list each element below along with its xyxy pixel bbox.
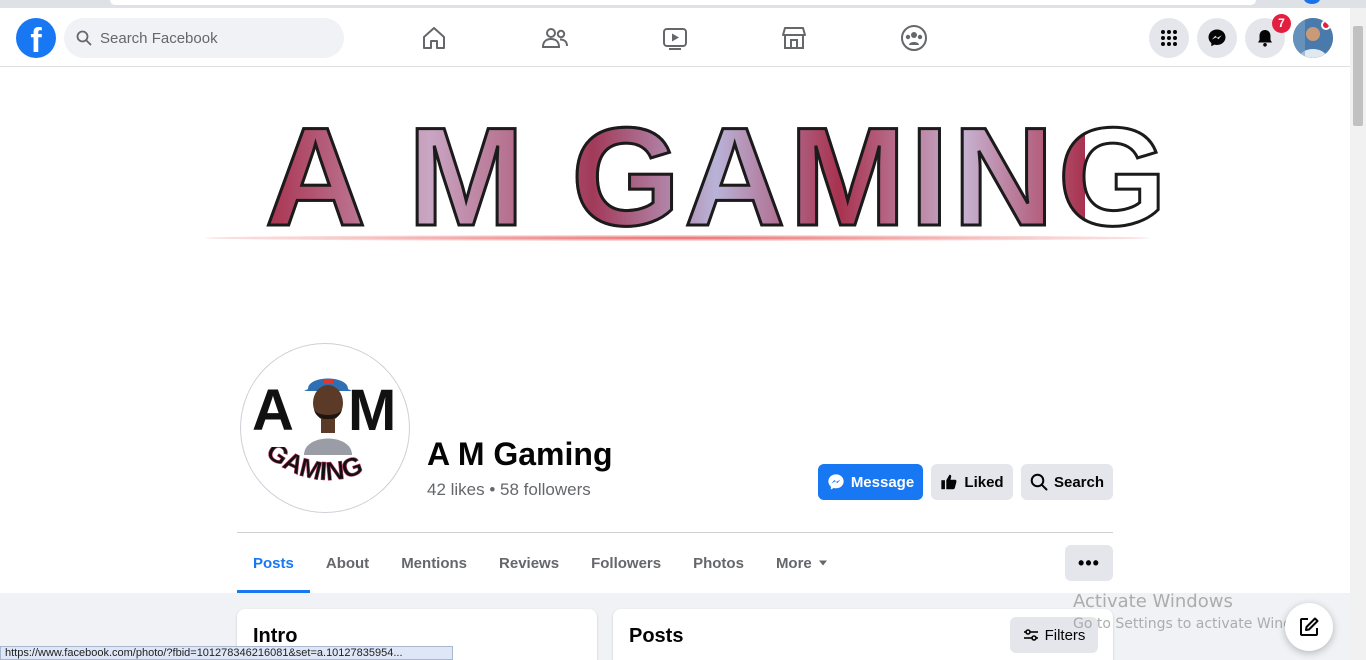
tab-posts[interactable]: Posts (237, 533, 310, 593)
intro-title: Intro (253, 625, 298, 647)
search-icon (1030, 473, 1048, 491)
nav-friends[interactable] (499, 18, 611, 58)
page-scrollbar[interactable] (1350, 8, 1366, 660)
watermark-line1: Activate Windows (1073, 591, 1233, 612)
account-avatar[interactable] (1293, 18, 1333, 58)
notifications-button[interactable]: 7 (1245, 14, 1291, 58)
page-search-button[interactable]: Search (1021, 464, 1113, 500)
profile-pic-gaming-word: GAMING (261, 447, 367, 487)
more-options-button[interactable]: ••• (1065, 545, 1113, 581)
gaming-text: GAMING (261, 447, 367, 487)
facebook-logo[interactable]: f (16, 18, 56, 58)
messenger-icon (1208, 29, 1226, 47)
thumbs-up-icon (941, 474, 957, 490)
page-title: A M Gaming (427, 436, 613, 472)
tab-label: Posts (253, 554, 294, 572)
profile-tabs: Posts About Mentions Reviews Followers P… (237, 533, 844, 593)
tab-label: Followers (591, 554, 662, 572)
svg-text:GAMING: GAMING (261, 447, 366, 487)
tab-label: Mentions (401, 554, 468, 572)
menu-button[interactable] (1149, 18, 1189, 58)
cover-photo[interactable]: A M GAMING (0, 67, 1350, 297)
profile-person-image (304, 378, 352, 455)
marketplace-icon (782, 27, 806, 49)
nav-marketplace[interactable] (738, 18, 850, 58)
new-message-button[interactable] (1285, 603, 1333, 651)
watch-icon (663, 28, 687, 50)
messenger-icon (828, 474, 844, 490)
tab-about[interactable]: About (310, 533, 385, 593)
profile-pic-letter-a: A (252, 378, 294, 443)
caret-down-icon (818, 560, 827, 566)
tab-photos[interactable]: Photos (677, 533, 760, 593)
message-button[interactable]: Message (818, 464, 923, 500)
filter-sliders-icon (1023, 629, 1038, 641)
cover-underline (205, 235, 1150, 241)
friends-icon (541, 28, 568, 48)
status-bar-url: https://www.facebook.com/photo/?fbid=101… (0, 646, 453, 660)
profile-header: A M GAMING A M GAMING A M Gaming 42 like… (0, 67, 1350, 593)
tab-label: Photos (693, 554, 744, 572)
posts-card: Posts Filters (613, 609, 1113, 660)
nav-watch[interactable] (619, 18, 731, 58)
page-stats[interactable]: 42 likes • 58 followers (427, 480, 591, 500)
nav-groups[interactable] (858, 18, 970, 58)
top-navigation-bar: f 7 (0, 8, 1350, 67)
online-indicator (1321, 20, 1331, 30)
bell-icon (1258, 30, 1272, 47)
profile-picture[interactable]: A M GAMING (241, 344, 409, 512)
address-bar[interactable] (110, 0, 1256, 5)
tab-label: More (775, 554, 812, 572)
liked-label: Liked (964, 473, 1004, 491)
search-bar[interactable] (64, 18, 344, 58)
grid-menu-icon (1161, 30, 1177, 46)
search-icon (76, 30, 92, 46)
message-label: Message (850, 473, 915, 491)
tab-label: About (325, 554, 370, 572)
cover-title: A M GAMING (264, 98, 1171, 255)
tab-reviews[interactable]: Reviews (483, 533, 575, 593)
notification-badge: 7 (1272, 14, 1291, 33)
tab-label: Reviews (499, 554, 560, 572)
search-label: Search (1053, 473, 1105, 491)
groups-icon (901, 25, 927, 51)
nav-home[interactable] (378, 18, 490, 58)
posts-title: Posts (629, 625, 684, 647)
scrollbar-thumb[interactable] (1353, 26, 1363, 126)
compose-icon (1300, 617, 1319, 636)
home-icon (423, 27, 445, 49)
liked-button[interactable]: Liked (931, 464, 1013, 500)
tab-mentions[interactable]: Mentions (385, 533, 483, 593)
tab-followers[interactable]: Followers (575, 533, 677, 593)
browser-tab-strip (0, 0, 1366, 8)
browser-profile-icon[interactable] (1304, 0, 1320, 4)
tab-more[interactable]: More (760, 533, 844, 593)
messenger-button[interactable] (1197, 18, 1237, 58)
search-input[interactable] (100, 29, 320, 47)
